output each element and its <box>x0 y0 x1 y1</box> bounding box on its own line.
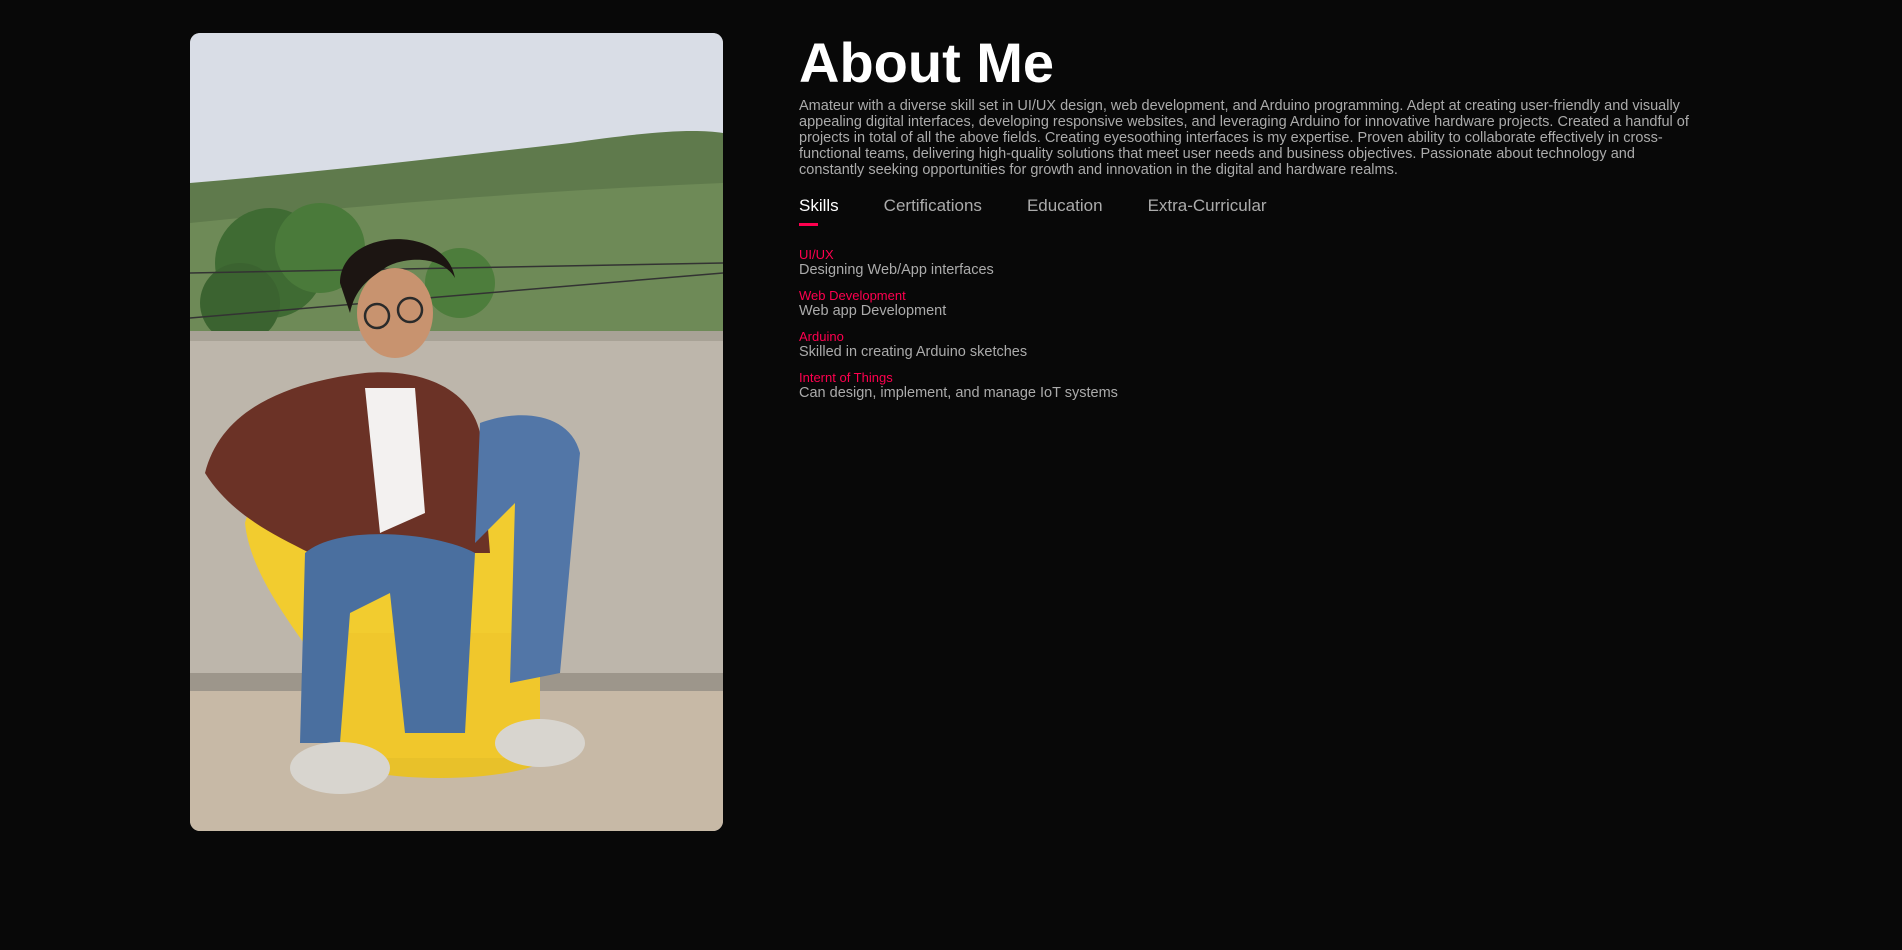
active-tab-underline <box>799 223 818 226</box>
tab-certifications[interactable]: Certifications <box>884 194 982 230</box>
about-content: About Me Amateur with a diverse skill se… <box>799 30 1704 411</box>
intro-paragraph: Amateur with a diverse skill set in UI/U… <box>799 98 1689 178</box>
skill-description: Can design, implement, and manage IoT sy… <box>799 385 1118 401</box>
skill-description: Web app Development <box>799 303 947 319</box>
page-title: About Me <box>799 31 1055 94</box>
skill-name: Web Development <box>799 288 906 303</box>
profile-photo-illustration <box>190 33 723 831</box>
list-item: Arduino Skilled in creating Arduino sket… <box>799 329 1704 361</box>
list-item: Internt of Things Can design, implement,… <box>799 370 1704 402</box>
list-item: Web Development Web app Development <box>799 288 1704 320</box>
list-item: UI/UX Designing Web/App interfaces <box>799 247 1704 279</box>
tab-extra-curricular[interactable]: Extra-Curricular <box>1148 194 1267 230</box>
tab-skills[interactable]: Skills <box>799 194 839 230</box>
skill-description: Skilled in creating Arduino sketches <box>799 344 1028 360</box>
skill-description: Designing Web/App interfaces <box>799 262 994 278</box>
about-section: About Me Amateur with a diverse skill se… <box>0 0 1902 950</box>
tab-extra-curricular-label: Extra-Curricular <box>1147 196 1267 215</box>
skill-name: UI/UX <box>799 247 834 262</box>
tab-education-label: Education <box>1026 196 1103 215</box>
tab-skills-label: Skills <box>799 196 839 215</box>
skills-list: UI/UX Designing Web/App interfaces Web D… <box>799 247 1704 402</box>
profile-photo <box>190 33 723 831</box>
tab-education[interactable]: Education <box>1027 194 1103 230</box>
skill-name: Internt of Things <box>799 370 893 385</box>
tab-bar: Skills Certifications Education Extra-Cu… <box>799 194 1704 230</box>
skill-name: Arduino <box>799 329 844 344</box>
tab-certifications-label: Certifications <box>883 196 982 215</box>
